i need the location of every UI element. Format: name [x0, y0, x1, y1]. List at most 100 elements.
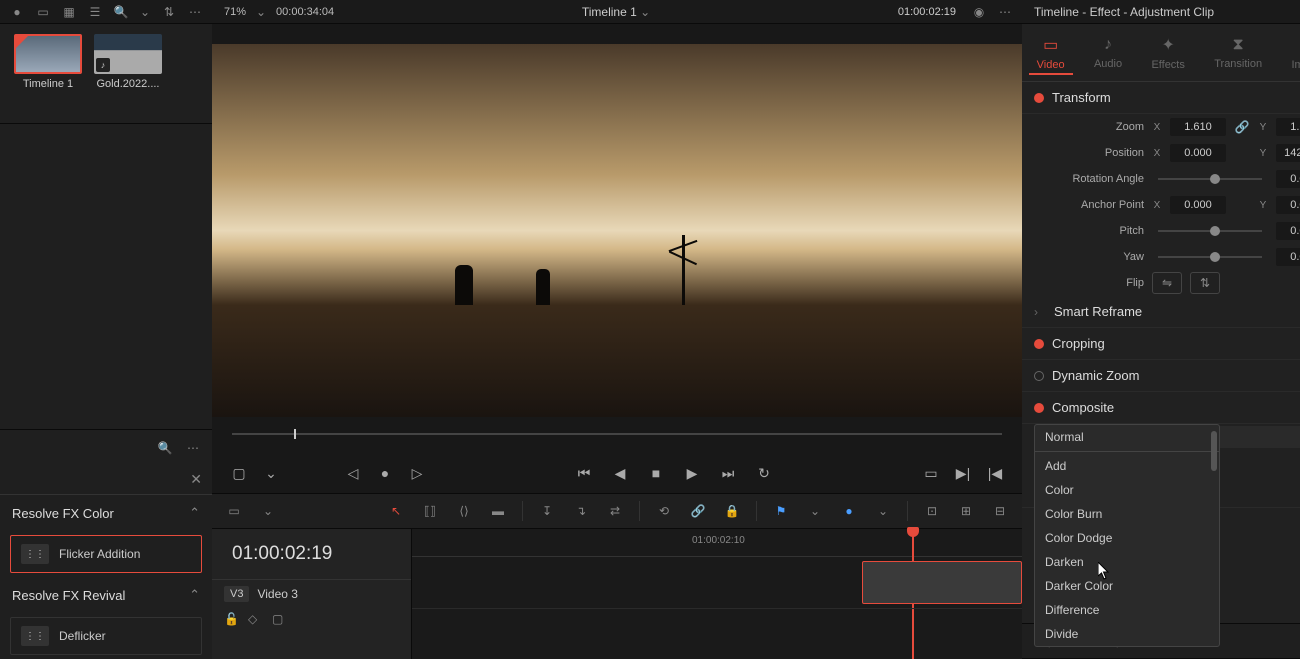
- section-transform[interactable]: Transform ◆ ↺: [1022, 82, 1300, 114]
- timeline-title[interactable]: Timeline 1: [582, 5, 637, 19]
- sort-icon[interactable]: ⇅: [160, 3, 178, 21]
- chevron-down-icon[interactable]: ⌄: [254, 3, 268, 21]
- zoom-x-input[interactable]: 1.610: [1170, 118, 1226, 136]
- fx-item-flicker-addition[interactable]: ⋮⋮ Flicker Addition: [10, 535, 202, 573]
- dd-item-color-dodge[interactable]: Color Dodge: [1035, 526, 1219, 550]
- enable-dot-icon[interactable]: [1034, 339, 1044, 349]
- timeline-view-icon[interactable]: ▭: [224, 501, 244, 521]
- more-icon[interactable]: ⋯: [184, 439, 202, 457]
- list-view-icon[interactable]: ☰: [86, 3, 104, 21]
- marker-icon[interactable]: ●: [839, 501, 859, 521]
- chevron-down-icon[interactable]: ⌄: [640, 5, 650, 19]
- fx-item-deflicker[interactable]: ⋮⋮ Deflicker: [10, 617, 202, 655]
- dd-item-difference[interactable]: Difference: [1035, 598, 1219, 622]
- dd-item-darken[interactable]: Darken: [1035, 550, 1219, 574]
- lock-track-icon[interactable]: 🔓: [224, 612, 240, 628]
- section-cropping[interactable]: Cropping ◆ ↺: [1022, 328, 1300, 360]
- jump-end-button[interactable]: ⏭: [717, 462, 739, 484]
- more-icon[interactable]: ⋯: [996, 3, 1014, 21]
- flip-h-button[interactable]: ⇋: [1152, 272, 1182, 294]
- zoom-y-input[interactable]: 1.610: [1276, 118, 1300, 136]
- next-edit-icon[interactable]: ▷: [406, 462, 428, 484]
- insert-icon[interactable]: ↧: [537, 501, 557, 521]
- chevron-down-icon[interactable]: ⌄: [260, 462, 282, 484]
- fx-category-revival[interactable]: Resolve FX Revival ⌃: [0, 577, 212, 613]
- zoom-detail-icon[interactable]: ⊞: [956, 501, 976, 521]
- dd-item-normal[interactable]: Normal: [1035, 425, 1219, 449]
- flip-v-button[interactable]: ⇅: [1190, 272, 1220, 294]
- selection-tool-icon[interactable]: ↖: [386, 501, 406, 521]
- enable-dot-icon[interactable]: [1034, 371, 1044, 381]
- viewer-zoom[interactable]: 71%: [224, 6, 246, 18]
- track-row-v3[interactable]: [412, 557, 1022, 609]
- pitch-slider[interactable]: [1158, 230, 1262, 232]
- more-icon[interactable]: ⋯: [186, 3, 204, 21]
- section-dynamic-zoom[interactable]: Dynamic Zoom ↺: [1022, 360, 1300, 392]
- search-icon[interactable]: 🔍: [112, 3, 130, 21]
- record-icon[interactable]: ●: [374, 462, 396, 484]
- composite-mode-dropdown[interactable]: Normal Add Color Color Burn Color Dodge …: [1034, 424, 1220, 647]
- color-wheel-icon[interactable]: ◉: [970, 3, 988, 21]
- crop-icon[interactable]: ▢: [228, 462, 250, 484]
- rotation-input[interactable]: 0.000: [1276, 170, 1300, 188]
- pos-x-input[interactable]: 0.000: [1170, 144, 1226, 162]
- prev-edit-icon[interactable]: ◁: [342, 462, 364, 484]
- loop-button[interactable]: ↻: [753, 462, 775, 484]
- tab-image[interactable]: ▣ Image: [1283, 31, 1300, 75]
- fx-category-color[interactable]: Resolve FX Color ⌃: [0, 495, 212, 531]
- dd-item-color[interactable]: Color: [1035, 478, 1219, 502]
- tab-audio[interactable]: ♪ Audio: [1086, 32, 1130, 74]
- clip-timeline1[interactable]: Timeline 1: [14, 34, 82, 113]
- chevron-down-icon[interactable]: ⌄: [805, 501, 825, 521]
- dd-item-darker-color[interactable]: Darker Color: [1035, 574, 1219, 598]
- tab-transition[interactable]: ⧗ Transition: [1206, 32, 1270, 74]
- next-clip-icon[interactable]: ▶|: [952, 462, 974, 484]
- link-icon[interactable]: 🔗: [1234, 120, 1250, 134]
- search-icon[interactable]: 🔍: [156, 439, 174, 457]
- replace-icon[interactable]: ⇄: [605, 501, 625, 521]
- disable-track-icon[interactable]: ▢: [272, 612, 288, 628]
- dynamic-trim-icon[interactable]: ⟨⟩: [454, 501, 474, 521]
- lock-icon[interactable]: 🔒: [722, 501, 742, 521]
- clip-gold[interactable]: ♪ Gold.2022....: [94, 34, 162, 113]
- dd-item-divide[interactable]: Divide: [1035, 622, 1219, 646]
- overwrite-icon[interactable]: ↴: [571, 501, 591, 521]
- step-back-button[interactable]: ◀: [609, 462, 631, 484]
- dd-item-add[interactable]: Add: [1035, 454, 1219, 478]
- link-icon[interactable]: 🔗: [688, 501, 708, 521]
- close-icon[interactable]: ✕: [190, 471, 202, 488]
- zoom-custom-icon[interactable]: ⊟: [990, 501, 1010, 521]
- track-header-v3[interactable]: V3 Video 3: [212, 579, 411, 608]
- match-frame-icon[interactable]: ▭: [920, 462, 942, 484]
- pitch-input[interactable]: 0.000: [1276, 222, 1300, 240]
- tab-video[interactable]: ▭ Video: [1029, 31, 1073, 75]
- timeline-ruler[interactable]: 01:00:02:10: [412, 529, 1022, 557]
- section-composite[interactable]: Composite ◆ ↺: [1022, 392, 1300, 424]
- jump-start-button[interactable]: ⏮: [573, 462, 595, 484]
- prev-clip-icon[interactable]: |◀: [984, 462, 1006, 484]
- tab-effects[interactable]: ✦ Effects: [1143, 31, 1192, 75]
- dd-item-color-burn[interactable]: Color Burn: [1035, 502, 1219, 526]
- viewer-scrubber[interactable]: [232, 425, 1002, 445]
- play-button[interactable]: ▶: [681, 462, 703, 484]
- auto-select-icon[interactable]: ◇: [248, 612, 264, 628]
- section-smart-reframe[interactable]: › Smart Reframe: [1022, 296, 1300, 328]
- timeline-clip[interactable]: [862, 561, 1022, 604]
- thumb-toggle-icon[interactable]: ▭: [34, 3, 52, 21]
- chevron-down-icon[interactable]: ⌄: [138, 3, 152, 21]
- yaw-slider[interactable]: [1158, 256, 1262, 258]
- anchor-y-input[interactable]: 0.000: [1276, 196, 1300, 214]
- zoom-full-icon[interactable]: ⊡: [922, 501, 942, 521]
- stop-button[interactable]: ■: [645, 462, 667, 484]
- enable-dot-icon[interactable]: [1034, 93, 1044, 103]
- flag-icon[interactable]: ⚑: [771, 501, 791, 521]
- blade-tool-icon[interactable]: ▬: [488, 501, 508, 521]
- trim-tool-icon[interactable]: ⟦⟧: [420, 501, 440, 521]
- enable-dot-icon[interactable]: [1034, 403, 1044, 413]
- yaw-input[interactable]: 0.000: [1276, 248, 1300, 266]
- chevron-down-icon[interactable]: ⌄: [873, 501, 893, 521]
- rotation-slider[interactable]: [1158, 178, 1262, 180]
- pos-y-input[interactable]: 142.000: [1276, 144, 1300, 162]
- chevron-down-icon[interactable]: ⌄: [258, 501, 278, 521]
- retime-icon[interactable]: ⟲: [654, 501, 674, 521]
